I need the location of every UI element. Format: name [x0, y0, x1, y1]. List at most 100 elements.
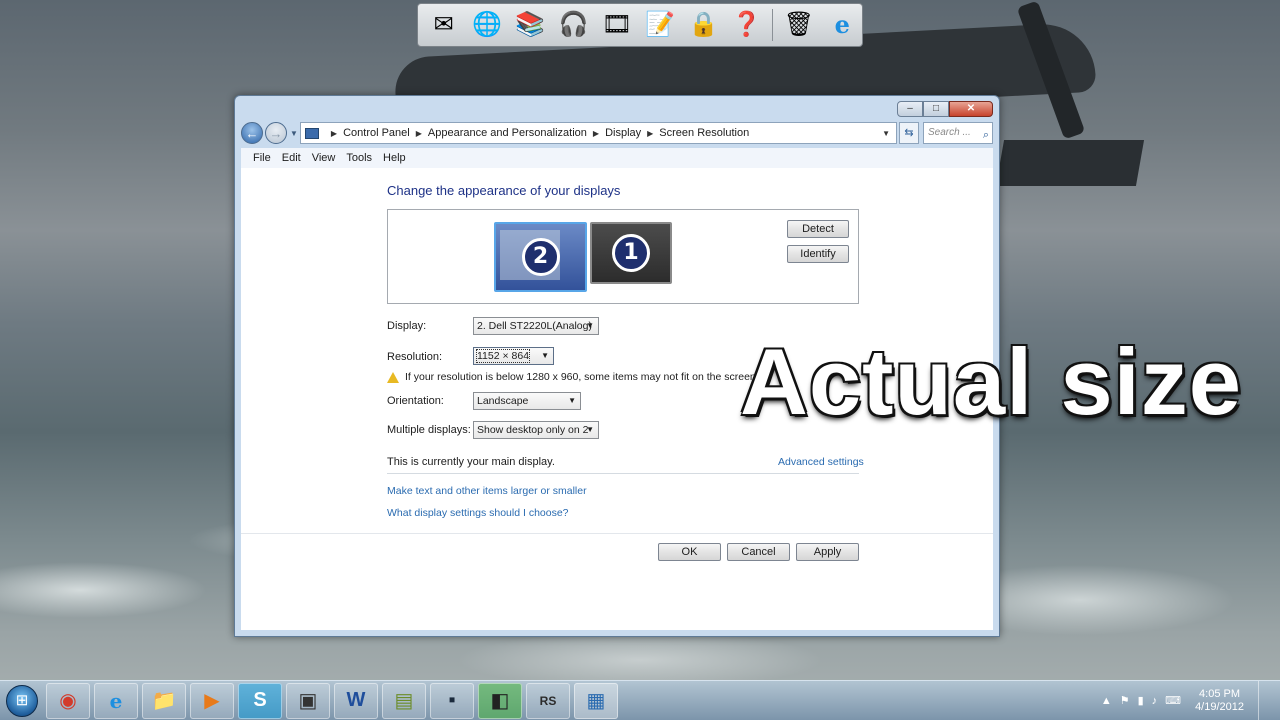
terminal-icon[interactable]: ▪ [430, 682, 474, 719]
maximize-button[interactable]: □ [923, 101, 949, 117]
ok-button[interactable]: OK [658, 543, 721, 561]
media-player-icon[interactable]: ▶ [190, 682, 234, 719]
menu-edit[interactable]: Edit [282, 152, 301, 164]
monitor-1-number: 1 [612, 234, 650, 272]
notepad-icon[interactable]: 📝 [640, 7, 679, 43]
clock[interactable]: 4:05 PM 4/19/2012 [1195, 688, 1244, 714]
text-size-link[interactable]: Make text and other items larger or smal… [387, 485, 587, 497]
multiple-displays-label: Multiple displays: [387, 424, 471, 436]
chevron-down-icon: ▼ [586, 425, 594, 434]
help-icon[interactable]: ❓ [727, 7, 766, 43]
multiple-displays-select[interactable]: Show desktop only on 2 ▼ [473, 421, 599, 439]
internet-explorer-icon[interactable]: e [94, 682, 138, 719]
internet-explorer-icon[interactable]: e [823, 7, 862, 43]
dock-separator [772, 9, 774, 41]
display-select-value: 2. Dell ST2220L(Analog) [477, 320, 592, 332]
refresh-button[interactable]: ⇆ [899, 122, 919, 144]
chevron-right-icon[interactable]: ▶ [416, 129, 422, 138]
apply-button[interactable]: Apply [796, 543, 859, 561]
breadcrumb-control-panel[interactable]: Control Panel [343, 127, 410, 139]
notes-icon[interactable]: ▤ [382, 682, 426, 719]
breadcrumb-screen-resolution[interactable]: Screen Resolution [659, 127, 749, 139]
chevron-down-icon: ▼ [568, 396, 576, 405]
address-bar: ← → ▼ ▶ Control Panel ▶ Appearance and P… [241, 120, 993, 146]
control-panel-icon [304, 127, 319, 139]
detect-button[interactable]: Detect [787, 220, 849, 238]
breadcrumb-appearance[interactable]: Appearance and Personalization [428, 127, 587, 139]
warning-icon [387, 372, 399, 383]
word-icon[interactable]: W [334, 682, 378, 719]
forward-button[interactable]: → [265, 122, 287, 144]
multiple-displays-select-value: Show desktop only on 2 [477, 424, 589, 436]
desktop: { "dock": { "icons": ["mail-icon", "glob… [0, 0, 1280, 720]
chevron-down-icon: ▼ [586, 321, 594, 330]
top-dock: ✉ 🌐 📚 🎧 🎞 📝 🔒 ❓ 🗑 e [417, 3, 863, 47]
cancel-button[interactable]: Cancel [727, 543, 790, 561]
menu-view[interactable]: View [312, 152, 336, 164]
clock-time: 4:05 PM [1199, 687, 1241, 700]
orientation-select[interactable]: Landscape ▼ [473, 392, 581, 410]
recycle-bin-icon[interactable]: 🗑 [779, 7, 818, 43]
chevron-right-icon[interactable]: ▶ [647, 129, 653, 138]
monitor-2-number: 2 [521, 238, 560, 276]
overlay-caption: Actual size [740, 329, 1243, 434]
system-tray: ▲ ⚑ ▮ ♪ ⌨ 4:05 PM 4/19/2012 [1101, 680, 1280, 720]
headphones-icon[interactable]: 🎧 [554, 7, 593, 43]
display-settings-icon[interactable]: ▦ [574, 682, 618, 719]
menu-bar: File Edit View Tools Help [241, 148, 993, 168]
menu-file[interactable]: File [253, 152, 271, 164]
network-icon[interactable]: ▮ [1138, 694, 1144, 707]
skype-icon[interactable]: S [238, 682, 282, 719]
identify-button[interactable]: Identify [787, 245, 849, 263]
orientation-label: Orientation: [387, 395, 444, 407]
helicopter-tail [995, 140, 1145, 186]
chrome-icon[interactable]: ◉ [46, 682, 90, 719]
show-desktop-button[interactable] [1258, 680, 1270, 720]
orientation-select-value: Landscape [477, 395, 529, 407]
globe-icon[interactable]: 🌐 [467, 7, 506, 43]
back-button[interactable]: ← [241, 122, 263, 144]
taskbar: ⊞ ◉ e 📁 ▶ S ▣ W ▤ ▪ ◧ RS ▦ ▲ ⚑ ▮ ♪ ⌨ 4:0… [0, 680, 1280, 720]
monitor-1[interactable]: 1 [590, 222, 672, 284]
resolution-warning: If your resolution is below 1280 x 960, … [405, 371, 759, 383]
camera-icon[interactable]: ◧ [478, 682, 522, 719]
breadcrumb-display[interactable]: Display [605, 127, 641, 139]
keyboard-icon[interactable]: ⌨ [1165, 694, 1181, 707]
action-center-flag-icon[interactable]: ⚑ [1120, 694, 1130, 707]
display-label: Display: [387, 320, 427, 332]
display-help-link[interactable]: What display settings should I choose? [387, 507, 569, 519]
menu-tools[interactable]: Tools [346, 152, 372, 164]
search-placeholder: Search ... [928, 127, 971, 138]
display-select[interactable]: 2. Dell ST2220L(Analog) ▼ [473, 317, 599, 335]
mail-icon[interactable]: ✉ [424, 7, 463, 43]
padlock-icon[interactable]: 🔒 [684, 7, 723, 43]
minimize-button[interactable]: – [897, 101, 923, 117]
resolution-select-value: 1152 × 864 [475, 349, 531, 363]
film-reel-icon[interactable]: 🎞 [597, 7, 636, 43]
resolution-select[interactable]: 1152 × 864 ▼ [473, 347, 554, 365]
app-icon[interactable]: ▣ [286, 682, 330, 719]
main-display-text: This is currently your main display. [387, 456, 555, 468]
chevron-right-icon[interactable]: ▶ [331, 129, 337, 138]
chevron-down-icon: ▼ [541, 351, 549, 360]
monitor-2[interactable]: 2 [494, 222, 587, 292]
close-button[interactable]: ✕ [949, 101, 993, 117]
volume-icon[interactable]: ♪ [1152, 695, 1158, 707]
resolution-label: Resolution: [387, 351, 443, 363]
recent-pages-dropdown[interactable]: ▼ [290, 129, 298, 138]
advanced-settings-link[interactable]: Advanced settings [778, 456, 864, 468]
books-icon[interactable]: 📚 [511, 7, 550, 43]
search-input[interactable]: Search ... ⌕ [923, 122, 993, 144]
search-icon[interactable]: ⌕ [983, 125, 989, 145]
breadcrumb[interactable]: ▶ Control Panel ▶ Appearance and Persona… [299, 122, 897, 144]
address-dropdown-icon[interactable]: ▼ [882, 129, 890, 138]
menu-help[interactable]: Help [383, 152, 406, 164]
page-title: Change the appearance of your displays [387, 183, 621, 198]
chevron-right-icon[interactable]: ▶ [593, 129, 599, 138]
folder-icon[interactable]: 📁 [142, 682, 186, 719]
clock-date: 4/19/2012 [1195, 700, 1244, 713]
start-button[interactable]: ⊞ [2, 682, 42, 720]
show-hidden-icons-icon[interactable]: ▲ [1101, 695, 1112, 707]
app-badge-icon[interactable]: RS [526, 682, 570, 719]
divider [387, 473, 859, 474]
